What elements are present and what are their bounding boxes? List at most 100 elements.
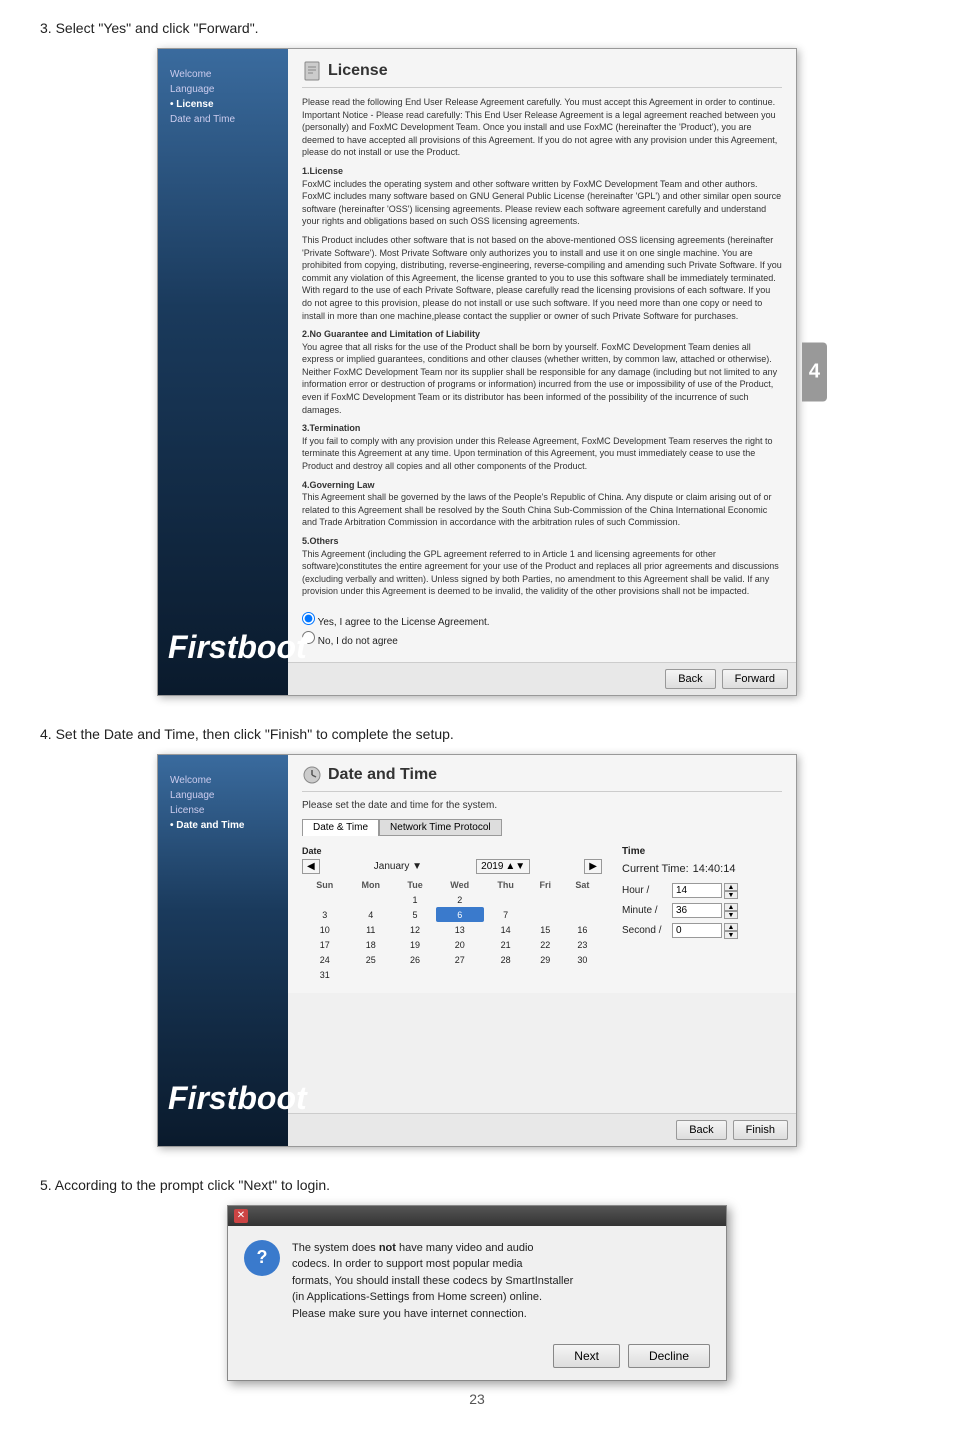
table-row[interactable]: 18 — [347, 937, 395, 952]
radio-yes-label[interactable]: Yes, I agree to the License Agreement. — [302, 612, 782, 628]
table-row — [436, 967, 484, 982]
forward-button[interactable]: Forward — [722, 669, 788, 689]
table-row[interactable]: 21 — [484, 937, 527, 952]
table-row[interactable]: 23 — [563, 937, 601, 952]
sidebar-item-welcome[interactable]: Welcome — [166, 67, 280, 82]
second-down-btn[interactable]: ▼ — [724, 931, 738, 939]
cal-header-fri: Fri — [527, 878, 563, 893]
hour-label: Hour / — [622, 885, 672, 896]
license-section-3: 3.Termination If you fail to comply with… — [302, 422, 782, 472]
year-button[interactable]: 2019 ▲▼ — [476, 859, 530, 874]
table-row[interactable]: 15 — [527, 922, 563, 937]
calendar-month: January ▼ — [374, 861, 422, 872]
sidebar2-item-language[interactable]: Language — [166, 788, 280, 803]
minute-up-btn[interactable]: ▲ — [724, 903, 738, 911]
hour-spinner[interactable]: ▲ ▼ — [724, 883, 738, 899]
datetime-title: Date and Time — [302, 765, 782, 792]
sidebar-item-language[interactable]: Language — [166, 82, 280, 97]
sidebar-item-datetime[interactable]: Date and Time — [166, 112, 280, 127]
license-title: License — [302, 61, 782, 88]
cal-header-sat: Sat — [563, 878, 601, 893]
month-arrow: ▼ — [412, 861, 422, 872]
hour-up-btn[interactable]: ▲ — [724, 883, 738, 891]
table-row[interactable]: 5 — [395, 907, 436, 922]
table-row[interactable]: 7 — [484, 907, 527, 922]
cal-header-mon: Mon — [347, 878, 395, 893]
table-row[interactable]: 11 — [347, 922, 395, 937]
table-row[interactable]: 31 — [303, 967, 347, 982]
table-row — [563, 892, 601, 907]
datetime-finish-button[interactable]: Finish — [733, 1120, 788, 1140]
table-row[interactable]: 27 — [436, 952, 484, 967]
table-row[interactable]: 10 — [303, 922, 347, 937]
table-row[interactable]: 24 — [303, 952, 347, 967]
month-label: January — [374, 861, 410, 872]
table-row[interactable]: 2 — [436, 892, 484, 907]
table-row — [484, 892, 527, 907]
second-input[interactable] — [672, 923, 722, 938]
second-label: Second / — [622, 925, 672, 936]
datetime-back-button[interactable]: Back — [676, 1120, 726, 1140]
table-row[interactable]: 3 — [303, 907, 347, 922]
sidebar2-item-welcome[interactable]: Welcome — [166, 773, 280, 788]
table-row[interactable]: 26 — [395, 952, 436, 967]
table-row[interactable]: 16 — [563, 922, 601, 937]
sidebar2-item-license[interactable]: License — [166, 803, 280, 818]
table-row[interactable]: 19 — [395, 937, 436, 952]
sidebar-logo: Firstboot — [158, 620, 288, 675]
license-section-5: 5.Others This Agreement (including the G… — [302, 535, 782, 598]
table-row[interactable]: 12 — [395, 922, 436, 937]
table-row[interactable]: 20 — [436, 937, 484, 952]
datetime-subtitle: Please set the date and time for the sys… — [302, 800, 782, 811]
table-row[interactable]: 28 — [484, 952, 527, 967]
datetime-sidebar-nav: Welcome Language License Date and Time — [158, 765, 288, 841]
hour-input[interactable] — [672, 883, 722, 898]
tab-network-time[interactable]: Network Time Protocol — [379, 819, 502, 836]
step4-header: 4. Set the Date and Time, then click "Fi… — [40, 726, 914, 742]
table-row[interactable]: 29 — [527, 952, 563, 967]
sidebar2-item-datetime[interactable]: Date and Time — [166, 818, 280, 833]
prev-month-button[interactable]: ◀ — [302, 859, 320, 874]
minute-input[interactable] — [672, 903, 722, 918]
table-row[interactable]: 30 — [563, 952, 601, 967]
sidebar-nav: Welcome Language License Date and Time — [158, 59, 288, 135]
next-button[interactable]: Next — [553, 1344, 620, 1368]
radio-yes[interactable] — [302, 612, 315, 625]
step5-header: 5. According to the prompt click "Next" … — [40, 1177, 914, 1193]
next-month-button[interactable]: ▶ — [584, 859, 602, 874]
minute-spinner[interactable]: ▲ ▼ — [724, 903, 738, 919]
table-row[interactable]: 22 — [527, 937, 563, 952]
back-button[interactable]: Back — [665, 669, 715, 689]
second-up-btn[interactable]: ▲ — [724, 923, 738, 931]
radio-no-label[interactable]: No, I do not agree — [302, 631, 782, 647]
license-text-body: Please read the following End User Relea… — [302, 96, 782, 604]
sidebar-item-license[interactable]: License — [166, 97, 280, 112]
second-spinner[interactable]: ▲ ▼ — [724, 923, 738, 939]
license-section-1-title: 1.License FoxMC includes the operating s… — [302, 165, 782, 228]
license-content: License Please read the following End Us… — [288, 49, 796, 662]
datetime-installer-window: Welcome Language License Date and Time F… — [157, 754, 797, 1147]
table-row[interactable]: 6 — [436, 907, 484, 922]
dialog-message-line1: The system does not have many video and … — [292, 1242, 573, 1320]
table-row[interactable]: 14 — [484, 922, 527, 937]
table-row[interactable]: 25 — [347, 952, 395, 967]
calendar-table: Sun Mon Tue Wed Thu Fri Sat — [302, 878, 602, 983]
decline-button[interactable]: Decline — [628, 1344, 710, 1368]
license-section-private: This Product includes other software tha… — [302, 234, 782, 322]
table-row[interactable]: 17 — [303, 937, 347, 952]
hour-down-btn[interactable]: ▼ — [724, 891, 738, 899]
datetime-content: Date and Time Please set the date and ti… — [288, 755, 796, 993]
table-row — [563, 967, 601, 982]
table-row — [563, 907, 601, 922]
dialog-close-button[interactable]: ✕ — [234, 1209, 248, 1223]
table-row[interactable]: 13 — [436, 922, 484, 937]
dialog-titlebar: ✕ — [228, 1206, 726, 1226]
table-row[interactable]: 4 — [347, 907, 395, 922]
minute-down-btn[interactable]: ▼ — [724, 911, 738, 919]
table-row[interactable]: 1 — [395, 892, 436, 907]
tab-date-time[interactable]: Date & Time — [302, 819, 379, 836]
step3-header: 3. Select "Yes" and click "Forward". — [40, 20, 914, 36]
license-section-2: 2.No Guarantee and Limitation of Liabili… — [302, 328, 782, 416]
license-icon — [302, 61, 322, 81]
sidebar2-logo: Firstboot — [158, 1071, 288, 1126]
